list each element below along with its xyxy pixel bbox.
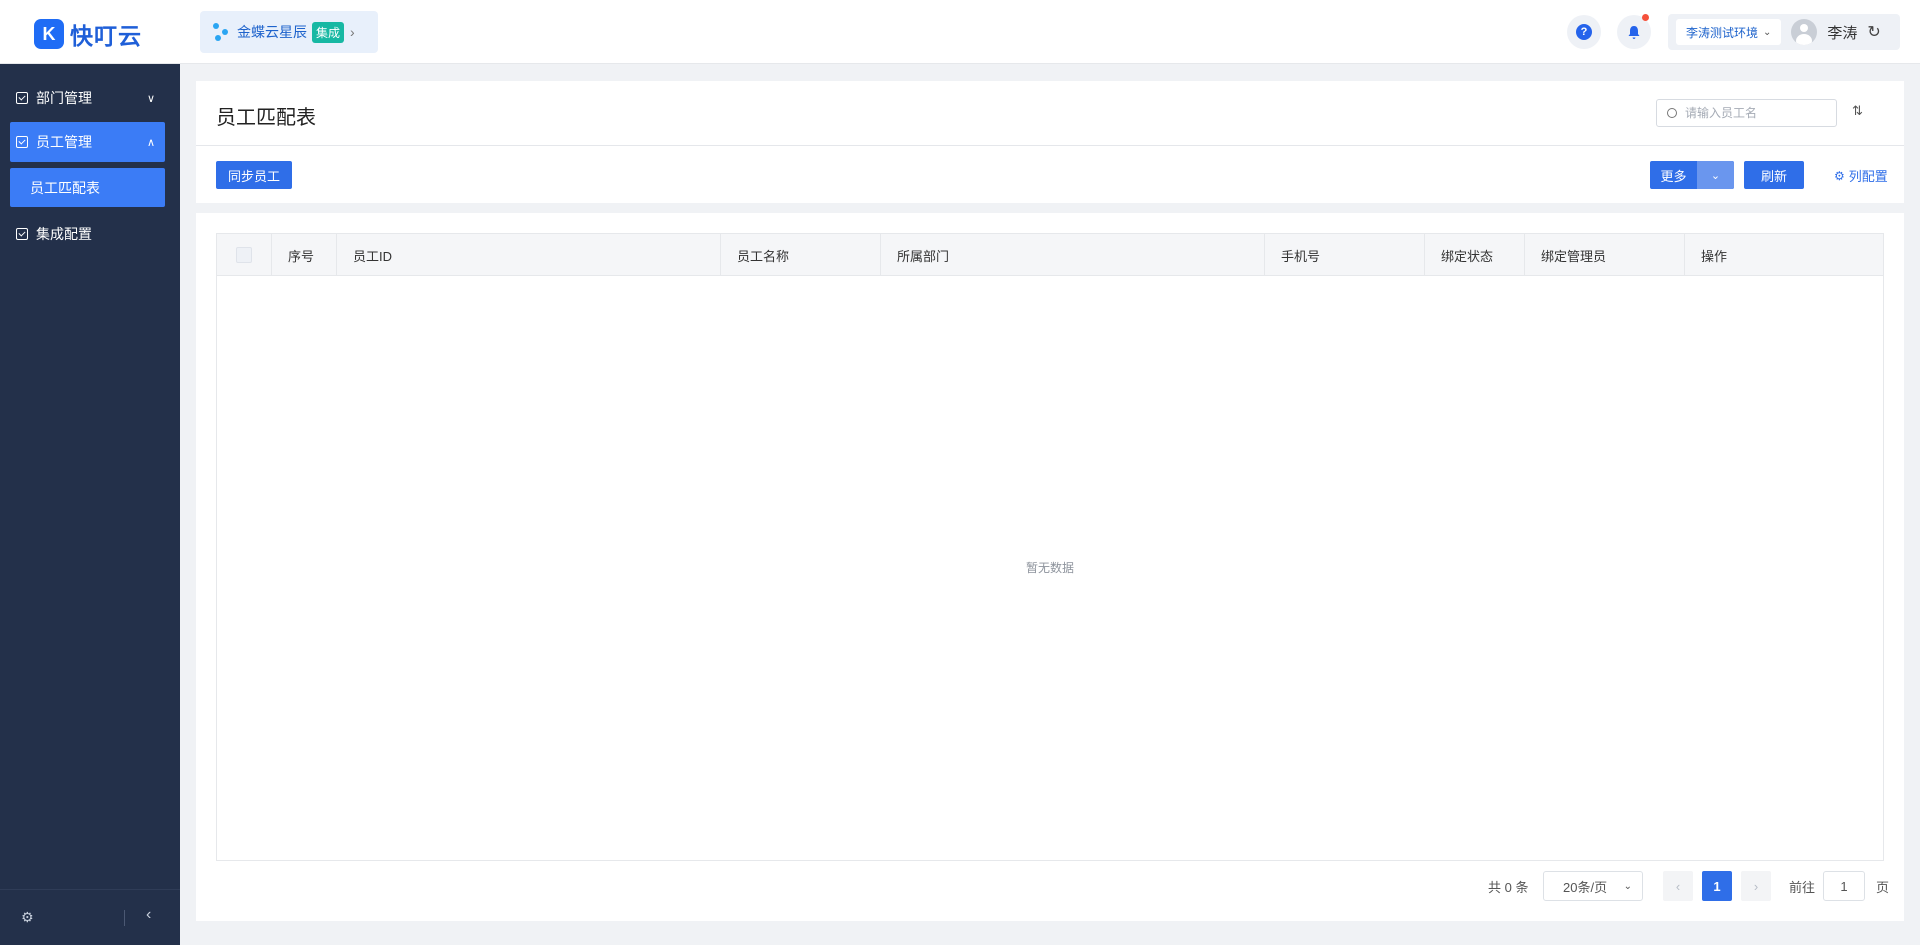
sidebar-item-employee[interactable]: 员工管理 ∧ (10, 122, 165, 162)
menu-item-icon (16, 92, 28, 104)
goto-label: 前往 (1789, 879, 1816, 895)
search-icon (1667, 108, 1677, 118)
menu-item-icon (16, 228, 28, 240)
sidebar-item-label: 集成配置 (36, 226, 92, 242)
refresh-button[interactable]: 刷新 (1744, 161, 1804, 189)
user-area: 李涛测试环境 ⌄ 李涛 ↻ (1668, 14, 1900, 50)
sidebar-item-label: 员工管理 (36, 134, 92, 150)
page-unit-label: 页 (1876, 879, 1890, 895)
column-header[interactable]: 员工ID (337, 234, 721, 276)
sort-icon[interactable]: ⇅ (1852, 103, 1863, 119)
more-button-label: 更多 (1660, 168, 1687, 184)
table-header: 序号 员工ID 员工名称 所属部门 手机号 绑定状态 绑定管理员 操作 (217, 234, 1883, 276)
avatar[interactable] (1791, 19, 1818, 45)
app-logo[interactable]: K 快叮云 (34, 17, 142, 51)
table-card: 序号 员工ID 员工名称 所属部门 手机号 绑定状态 绑定管理员 操作 暂无数据… (196, 213, 1904, 921)
column-header[interactable]: 操作 (1685, 234, 1883, 276)
gear-icon: ⚙ (1834, 168, 1845, 183)
search-field[interactable] (1656, 99, 1837, 127)
empty-state: 暂无数据 (1025, 561, 1074, 575)
column-header[interactable]: 员工名称 (721, 234, 881, 276)
sidebar-item-integration[interactable]: 集成配置 (10, 214, 165, 254)
chevron-down-icon[interactable]: ⌄ (1697, 161, 1734, 189)
username[interactable]: 李涛 (1827, 22, 1857, 43)
collapse-icon[interactable]: ‹ (146, 906, 151, 924)
logo-text: 快叮云 (70, 23, 142, 49)
column-header[interactable]: 绑定管理员 (1525, 234, 1685, 276)
sidebar-footer: ⚙ ‹ (0, 889, 180, 945)
page-size-value: 20条/页 (1563, 879, 1608, 895)
select-all-cell (217, 234, 272, 276)
app-name: 金蝶云星辰 (237, 24, 307, 40)
help-button[interactable]: ? (1567, 15, 1601, 49)
notification-button[interactable] (1617, 14, 1651, 49)
sidebar: 部门管理 ∨ 员工管理 ∧ 员工匹配表 集成配置 ⚙ ‹ (0, 64, 180, 945)
more-button[interactable]: 更多 ⌄ (1650, 161, 1734, 189)
refresh-icon[interactable]: ↻ (1867, 22, 1880, 42)
column-config-button[interactable]: ⚙ 列配置 (1834, 166, 1888, 185)
employee-table: 序号 员工ID 员工名称 所属部门 手机号 绑定状态 绑定管理员 操作 暂无数据 (216, 233, 1884, 861)
settings-icon[interactable]: ⚙ (21, 909, 34, 926)
pagination-total: 共 0 条 (1488, 879, 1529, 895)
next-page-button[interactable]: › (1741, 871, 1771, 901)
app-switcher[interactable]: 金蝶云星辰 集成 › (200, 11, 378, 53)
page-number-current[interactable]: 1 (1702, 871, 1732, 901)
chevron-down-icon: ⌄ (1623, 880, 1632, 892)
select-all-checkbox[interactable] (236, 247, 252, 263)
search-input[interactable] (1685, 106, 1825, 120)
environment-label: 李涛测试环境 (1686, 25, 1759, 40)
column-header[interactable]: 所属部门 (881, 234, 1265, 276)
logo-mark-icon: K (34, 19, 64, 49)
page-header-card: 员工匹配表 ⇅ 同步员工 更多 ⌄ 刷新 ⚙ 列配置 (196, 81, 1904, 203)
sidebar-subitem-employee-match[interactable]: 员工匹配表 (10, 168, 165, 207)
menu-item-icon (16, 136, 28, 148)
sidebar-item-label: 部门管理 (36, 90, 92, 106)
page-title: 员工匹配表 (216, 107, 316, 129)
chevron-down-icon: ∨ (146, 92, 155, 105)
app-badge: 集成 (312, 21, 345, 43)
sidebar-item-department[interactable]: 部门管理 ∨ (10, 78, 165, 118)
chevron-down-icon: ⌄ (1763, 26, 1772, 38)
column-header[interactable]: 绑定状态 (1425, 234, 1525, 276)
help-icon: ? (1576, 24, 1592, 40)
chevron-up-icon: ∧ (146, 136, 155, 149)
column-header[interactable]: 序号 (272, 234, 337, 276)
goto-page-input[interactable] (1823, 871, 1865, 901)
top-bar: K 快叮云 金蝶云星辰 集成 › ? 李涛测试环境 ⌄ 李涛 ↻ (0, 0, 1920, 64)
header-divider (196, 145, 1904, 146)
environment-select[interactable]: 李涛测试环境 ⌄ (1676, 19, 1782, 45)
column-header[interactable]: 手机号 (1265, 234, 1425, 276)
footer-divider (124, 910, 125, 926)
bell-icon (1628, 25, 1640, 39)
prev-page-button[interactable]: ‹ (1663, 871, 1693, 901)
chevron-right-icon: › (350, 24, 355, 40)
app-dots-icon (213, 23, 231, 41)
sync-employees-button[interactable]: 同步员工 (216, 161, 292, 189)
notification-dot (1642, 14, 1649, 21)
column-config-label: 列配置 (1848, 169, 1888, 184)
page-size-select[interactable]: 20条/页 ⌄ (1543, 871, 1643, 901)
